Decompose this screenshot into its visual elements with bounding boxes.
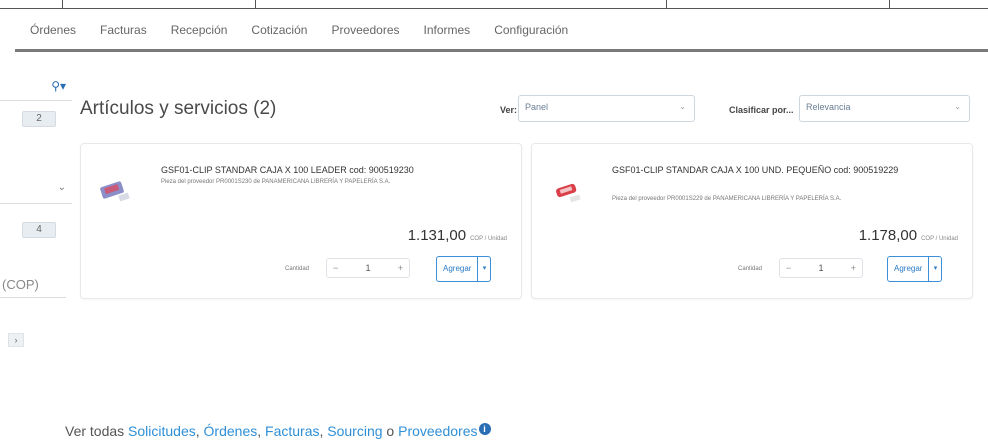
sidebar-currency-label: (COP) bbox=[2, 277, 39, 292]
link-sourcing[interactable]: Sourcing bbox=[327, 423, 382, 439]
search-icon[interactable]: ⚲▾ bbox=[51, 79, 66, 93]
decrement-button[interactable]: − bbox=[786, 263, 791, 273]
sort-select-value: Relevancia bbox=[806, 102, 851, 112]
price-unit: COP / Unidad bbox=[470, 236, 507, 242]
link-proveedores[interactable]: Proveedores bbox=[398, 423, 477, 439]
link-ordenes[interactable]: Órdenes bbox=[204, 423, 258, 439]
add-to-cart-button[interactable]: Agregar ▾ bbox=[887, 256, 943, 282]
nav-item-recepcion[interactable]: Recepción bbox=[171, 20, 228, 50]
chevron-down-icon[interactable]: ▾ bbox=[929, 257, 941, 281]
sidebar-expand-button[interactable]: › bbox=[8, 333, 24, 347]
product-thumbnail-icon[interactable] bbox=[97, 172, 137, 208]
nav-divider bbox=[15, 49, 988, 52]
view-label: Ver: bbox=[500, 105, 518, 115]
quantity-label: Cantidad bbox=[285, 266, 310, 272]
footer-conjunction: o bbox=[386, 423, 395, 439]
sidebar-search-input[interactable]: ⚲▾ bbox=[0, 77, 72, 101]
price-unit: COP / Unidad bbox=[921, 236, 958, 242]
product-price: 1.131,00 COP / Unidad bbox=[408, 227, 507, 244]
product-card[interactable]: GSF01-CLIP STANDAR CAJA X 100 UND. PEQUE… bbox=[531, 143, 973, 299]
top-divider bbox=[62, 0, 63, 9]
chevron-down-icon: ⌄ bbox=[679, 102, 686, 111]
view-select-value: Panel bbox=[525, 102, 549, 112]
link-facturas[interactable]: Facturas bbox=[265, 423, 319, 439]
increment-button[interactable]: + bbox=[851, 263, 856, 273]
product-supplier: Pieza del proveedor PR0001S229 de PANAME… bbox=[612, 196, 842, 202]
add-to-cart-button[interactable]: Agregar ▾ bbox=[436, 256, 492, 282]
product-thumbnail-icon[interactable] bbox=[548, 172, 588, 208]
quantity-stepper[interactable]: − 1 + bbox=[326, 258, 410, 278]
info-icon[interactable]: i bbox=[478, 423, 491, 435]
sidebar-divider bbox=[0, 297, 66, 298]
product-name[interactable]: GSF01-CLIP STANDAR CAJA X 100 LEADER cod… bbox=[161, 164, 501, 177]
product-supplier: Pieza del proveedor PR0001S230 de PANAME… bbox=[161, 179, 391, 185]
nav-item-facturas[interactable]: Facturas bbox=[100, 20, 147, 50]
quantity-value[interactable]: 1 bbox=[365, 263, 370, 273]
top-border bbox=[0, 0, 988, 9]
link-solicitudes[interactable]: Solicitudes bbox=[128, 423, 196, 439]
quantity-label: Cantidad bbox=[738, 266, 763, 272]
sidebar-count-badge: 4 bbox=[22, 222, 56, 238]
nav-item-informes[interactable]: Informes bbox=[424, 20, 471, 50]
increment-button[interactable]: + bbox=[398, 263, 403, 273]
add-button-label[interactable]: Agregar bbox=[888, 257, 930, 281]
chevron-down-icon: ⌄ bbox=[57, 182, 66, 193]
footer-prefix: Ver todas bbox=[65, 423, 125, 439]
top-divider bbox=[666, 0, 667, 9]
page-title: Artículos y servicios (2) bbox=[80, 98, 277, 119]
decrement-button[interactable]: − bbox=[333, 263, 338, 273]
view-all-links: Ver todas Solicitudes, Órdenes, Facturas… bbox=[65, 423, 491, 439]
nav-item-proveedores[interactable]: Proveedores bbox=[331, 20, 399, 50]
product-card[interactable]: GSF01-CLIP STANDAR CAJA X 100 LEADER cod… bbox=[80, 143, 522, 299]
quantity-stepper[interactable]: − 1 + bbox=[779, 258, 863, 278]
top-divider bbox=[255, 0, 256, 9]
sort-select[interactable]: Relevancia ⌄ bbox=[799, 95, 970, 122]
sidebar-count-badge: 2 bbox=[22, 111, 56, 127]
nav-item-cotizacion[interactable]: Cotización bbox=[251, 20, 307, 50]
product-name[interactable]: GSF01-CLIP STANDAR CAJA X 100 UND. PEQUE… bbox=[612, 164, 952, 177]
nav-item-configuracion[interactable]: Configuración bbox=[494, 20, 568, 50]
chevron-down-icon: ⌄ bbox=[954, 102, 961, 111]
chevron-down-icon[interactable]: ▾ bbox=[478, 257, 490, 281]
product-price: 1.178,00 COP / Unidad bbox=[859, 227, 958, 244]
sidebar-select[interactable]: ⌄ bbox=[0, 178, 72, 204]
top-divider bbox=[889, 0, 890, 9]
quantity-value[interactable]: 1 bbox=[818, 263, 823, 273]
add-button-label[interactable]: Agregar bbox=[437, 257, 479, 281]
view-select[interactable]: Panel ⌄ bbox=[518, 95, 695, 122]
price-value: 1.131,00 bbox=[407, 227, 467, 244]
main-nav: Órdenes Facturas Recepción Cotización Pr… bbox=[0, 20, 988, 50]
sort-label: Clasificar por... bbox=[729, 105, 794, 115]
price-value: 1.178,00 bbox=[858, 227, 918, 244]
nav-item-ordenes[interactable]: Órdenes bbox=[30, 20, 76, 50]
